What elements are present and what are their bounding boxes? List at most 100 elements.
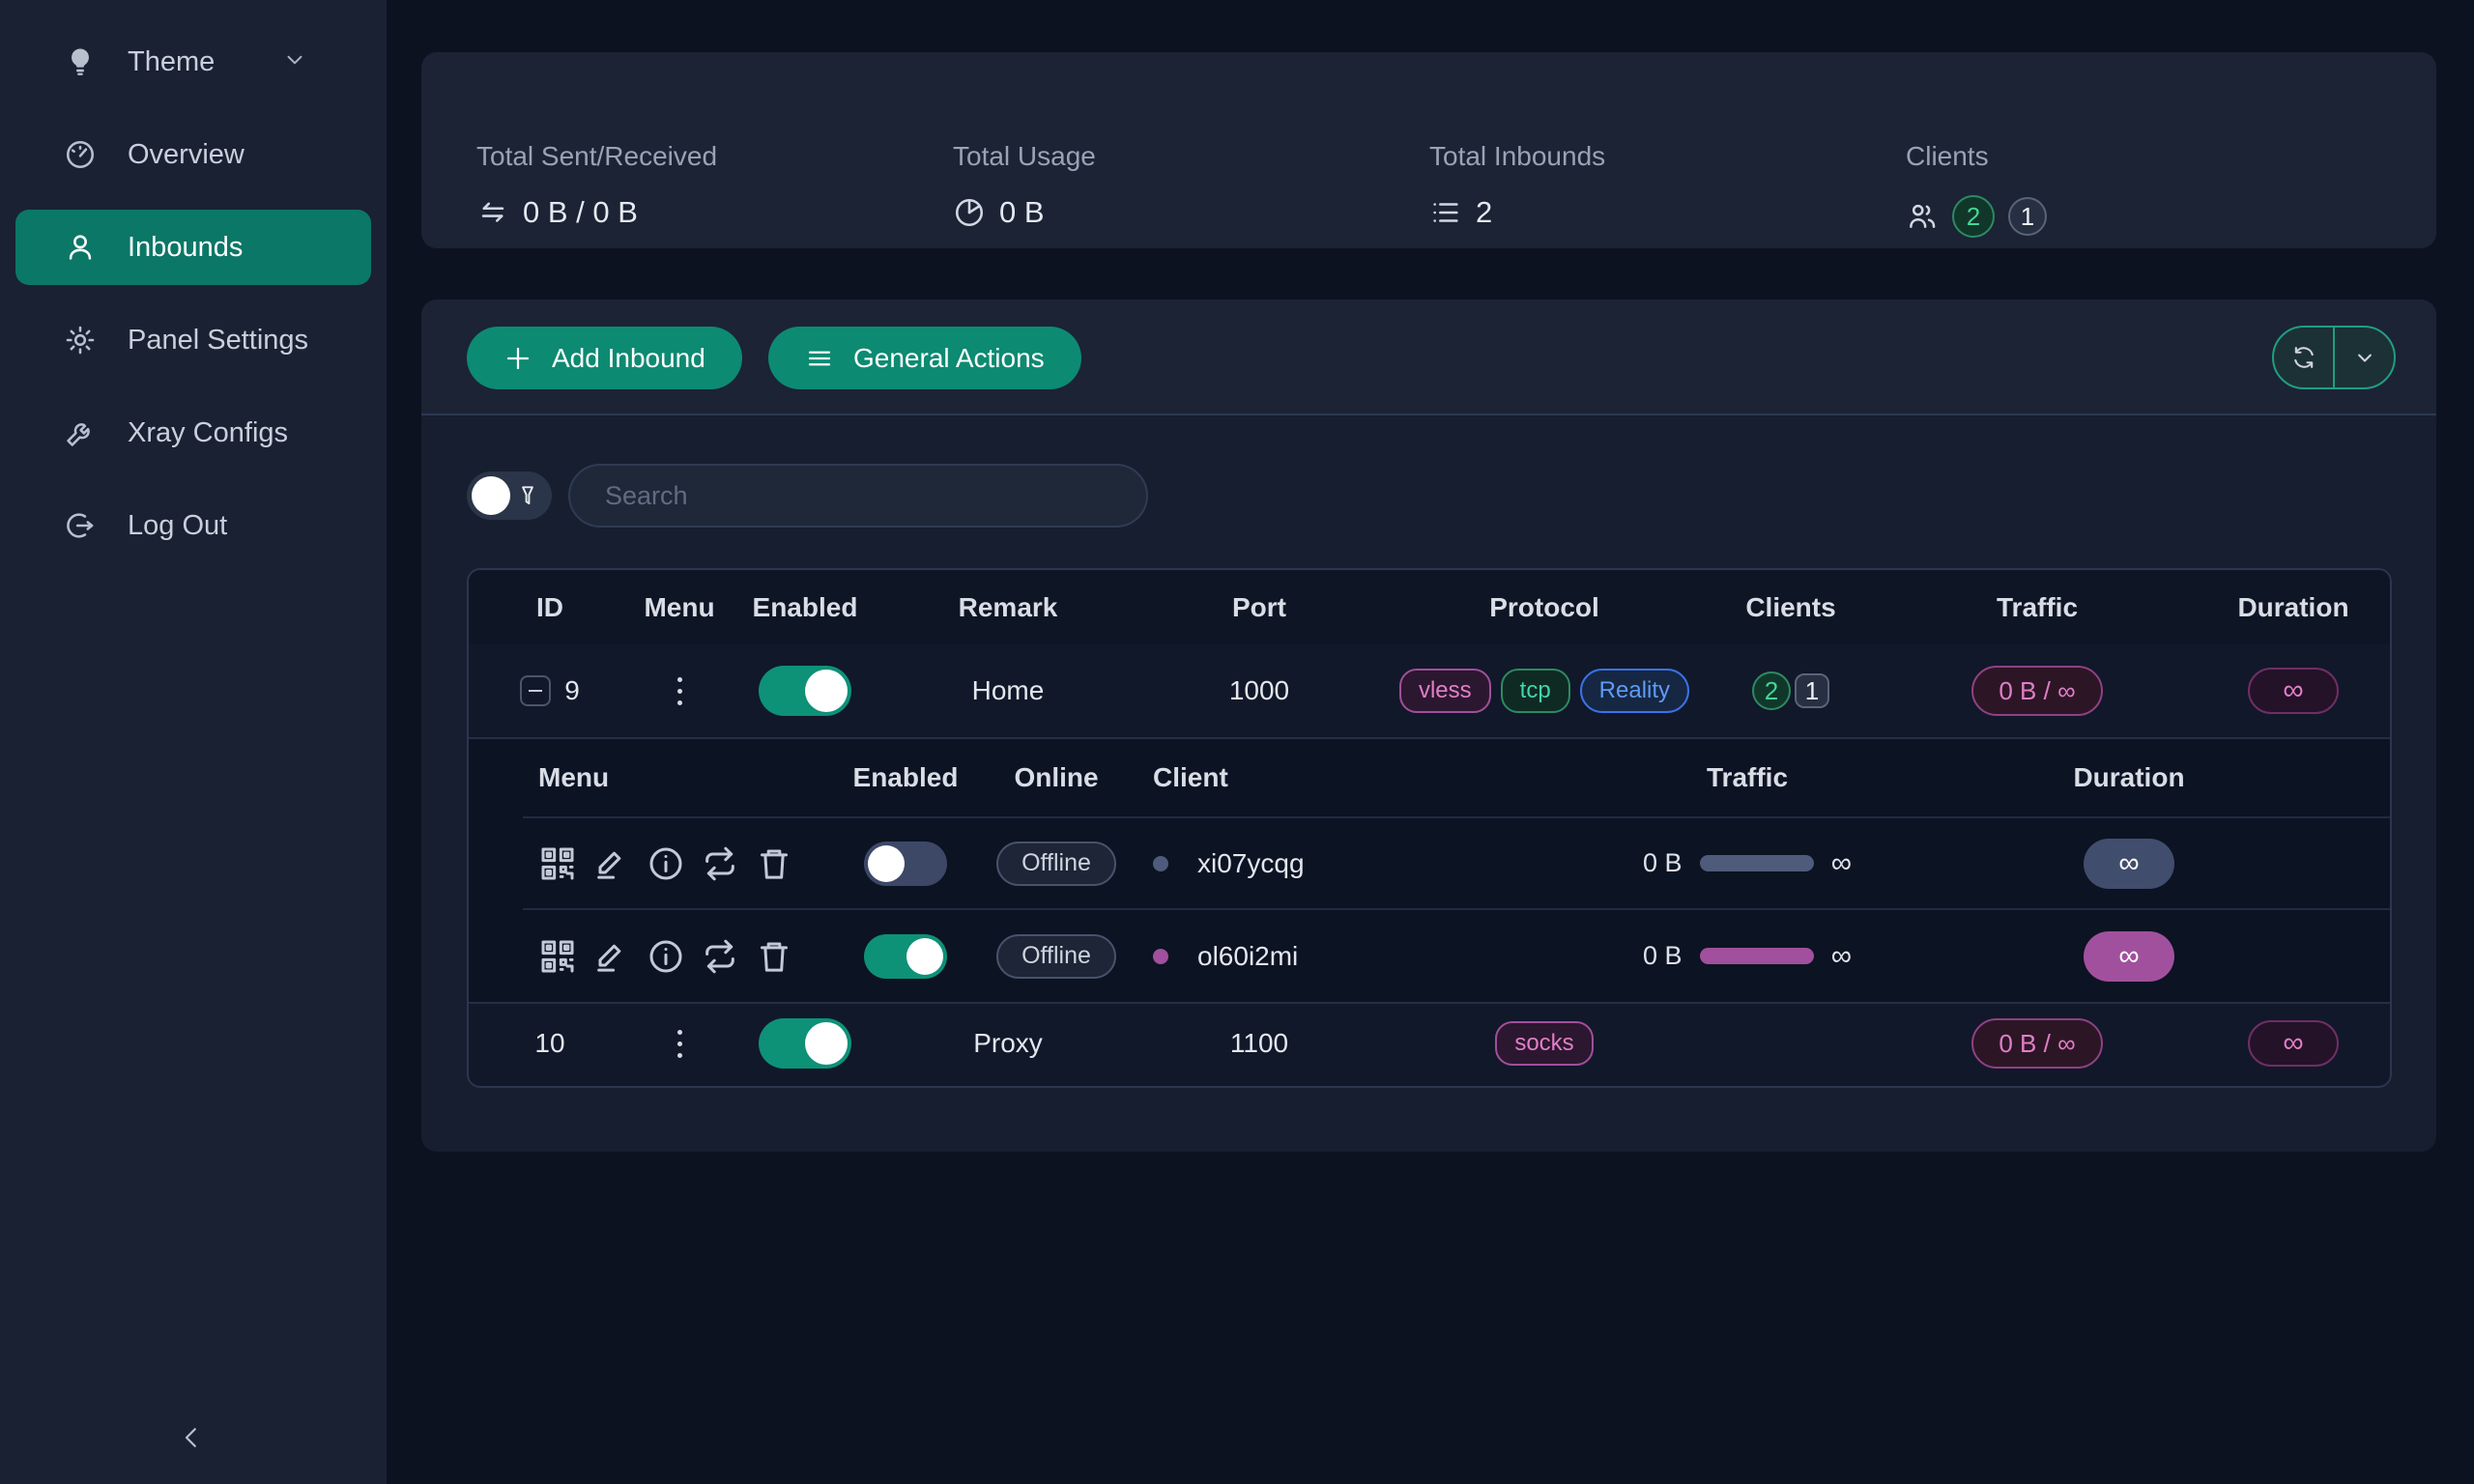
table-row: 10 Proxy 1100 socks 0 B / ∞ ∞ — [469, 1002, 2390, 1083]
add-inbound-button[interactable]: Add Inbound — [467, 327, 742, 389]
inbound-remark: Proxy — [973, 1028, 1043, 1059]
sidebar-item-inbounds[interactable]: Inbounds — [15, 210, 371, 285]
delete-icon[interactable] — [755, 937, 793, 976]
info-icon[interactable] — [647, 937, 685, 976]
traffic-used: 0 B — [1643, 848, 1683, 878]
sidebar-item-label: Xray Configs — [128, 417, 288, 449]
client-enabled-toggle[interactable] — [864, 934, 947, 979]
logout-icon — [64, 509, 97, 542]
lightbulb-icon — [64, 45, 97, 78]
inbound-enabled-toggle[interactable] — [759, 1018, 851, 1069]
clients-online-badge: 2 — [1952, 195, 1995, 238]
qr-code-icon[interactable] — [538, 937, 577, 976]
subcolumn-header-enabled: Enabled — [851, 762, 960, 793]
inbound-enabled-toggle[interactable] — [759, 666, 851, 716]
stat-label: Total Usage — [953, 141, 1096, 172]
column-header-id: ID — [469, 592, 631, 623]
inbound-remark: Home — [972, 675, 1045, 706]
column-header-enabled: Enabled — [728, 592, 882, 623]
edit-icon[interactable] — [592, 937, 631, 976]
traffic-pill: 0 B / ∞ — [1971, 1018, 2102, 1069]
edit-icon[interactable] — [592, 844, 631, 883]
traffic-used: 0 B — [1643, 941, 1683, 971]
reset-traffic-icon[interactable] — [701, 937, 739, 976]
stats-card: Total Sent/Received 0 B / 0 B Total Usag… — [421, 52, 2436, 248]
general-actions-button[interactable]: General Actions — [768, 327, 1081, 389]
refresh-button[interactable] — [2274, 328, 2333, 387]
inbound-port: 1100 — [1230, 1028, 1288, 1059]
protocol-tag: Reality — [1580, 669, 1689, 713]
chevron-down-icon — [2351, 344, 2378, 371]
subcolumn-header-duration: Duration — [1907, 762, 2351, 793]
duration-pill: ∞ — [2248, 1020, 2338, 1067]
sidebar-collapse-button[interactable] — [170, 1416, 213, 1459]
person-icon — [64, 231, 97, 264]
sidebar: Theme Overview Inbounds Panel Settings X… — [0, 0, 387, 1484]
table-header: ID Menu Enabled Remark Port Protocol Cli… — [469, 570, 2390, 644]
inbound-port: 1000 — [1229, 675, 1289, 706]
inbounds-panel: Add Inbound General Actions ID Menu Enab… — [421, 300, 2436, 1152]
row-menu-button[interactable] — [677, 677, 682, 705]
stat-label: Total Sent/Received — [476, 141, 717, 172]
client-color-dot — [1153, 949, 1168, 964]
column-header-traffic: Traffic — [1878, 592, 2197, 623]
pie-chart-icon — [953, 196, 986, 229]
client-name: ol60i2mi — [1197, 941, 1298, 972]
clients-total-badge: 1 — [2008, 197, 2047, 236]
stat-label: Total Inbounds — [1429, 141, 1605, 172]
inbound-id: 10 — [534, 1028, 564, 1059]
stat-value: 0 B / 0 B — [523, 195, 638, 230]
theme-label: Theme — [128, 46, 215, 78]
sidebar-item-label: Overview — [128, 139, 245, 171]
list-icon — [1429, 196, 1462, 229]
refresh-dropdown-button[interactable] — [2333, 328, 2394, 387]
plus-icon — [503, 344, 532, 373]
sidebar-item-xray-configs[interactable]: Xray Configs — [15, 395, 371, 471]
clients-total-badge: 1 — [1795, 673, 1829, 708]
column-header-menu: Menu — [631, 592, 728, 623]
reset-traffic-icon[interactable] — [701, 844, 739, 883]
collapse-row-button[interactable] — [520, 675, 551, 706]
refresh-icon — [2290, 344, 2317, 371]
client-row: Offline xi07ycqg 0 B ∞ ∞ — [523, 818, 2390, 910]
client-enabled-toggle[interactable] — [864, 842, 947, 886]
sidebar-item-panel-settings[interactable]: Panel Settings — [15, 302, 371, 378]
inbound-id: 9 — [564, 675, 580, 706]
sidebar-item-label: Panel Settings — [128, 325, 308, 357]
traffic-limit: ∞ — [1831, 940, 1852, 973]
protocol-tag: tcp — [1501, 669, 1570, 713]
clients-online-badge: 2 — [1752, 671, 1791, 710]
menu-icon — [805, 344, 834, 373]
chevron-left-icon — [177, 1423, 206, 1452]
gear-icon — [64, 324, 97, 357]
theme-selector[interactable]: Theme — [15, 24, 371, 100]
inbounds-table: ID Menu Enabled Remark Port Protocol Cli… — [467, 568, 2392, 1088]
gauge-icon — [64, 138, 97, 171]
client-color-dot — [1153, 856, 1168, 871]
column-header-clients: Clients — [1704, 592, 1878, 623]
traffic-pill: 0 B / ∞ — [1971, 666, 2102, 716]
online-status-badge: Offline — [996, 934, 1116, 979]
sidebar-item-logout[interactable]: Log Out — [15, 488, 371, 563]
duration-pill: ∞ — [2084, 839, 2173, 889]
subcolumn-header-traffic: Traffic — [1588, 762, 1907, 793]
sidebar-item-overview[interactable]: Overview — [15, 117, 371, 192]
table-row: 9 Home 1000 vless tcp Reality 2 1 0 B / … — [469, 644, 2390, 739]
subcolumn-header-menu: Menu — [523, 762, 851, 793]
protocol-tag: vless — [1399, 669, 1491, 713]
transfer-icon — [476, 196, 509, 229]
stat-value: 0 B — [999, 195, 1045, 230]
row-menu-button[interactable] — [677, 1030, 682, 1058]
online-status-badge: Offline — [996, 842, 1116, 886]
search-input[interactable] — [568, 464, 1148, 528]
filter-toggle[interactable] — [467, 471, 552, 520]
column-header-remark: Remark — [882, 592, 1134, 623]
info-icon[interactable] — [647, 844, 685, 883]
column-header-port: Port — [1134, 592, 1385, 623]
sidebar-item-label: Log Out — [128, 510, 227, 542]
qr-code-icon[interactable] — [538, 844, 577, 883]
subtable-header: Menu Enabled Online Client Traffic Durat… — [523, 739, 2390, 818]
delete-icon[interactable] — [755, 844, 793, 883]
client-name: xi07ycqg — [1197, 848, 1305, 879]
wrench-icon — [64, 416, 97, 449]
